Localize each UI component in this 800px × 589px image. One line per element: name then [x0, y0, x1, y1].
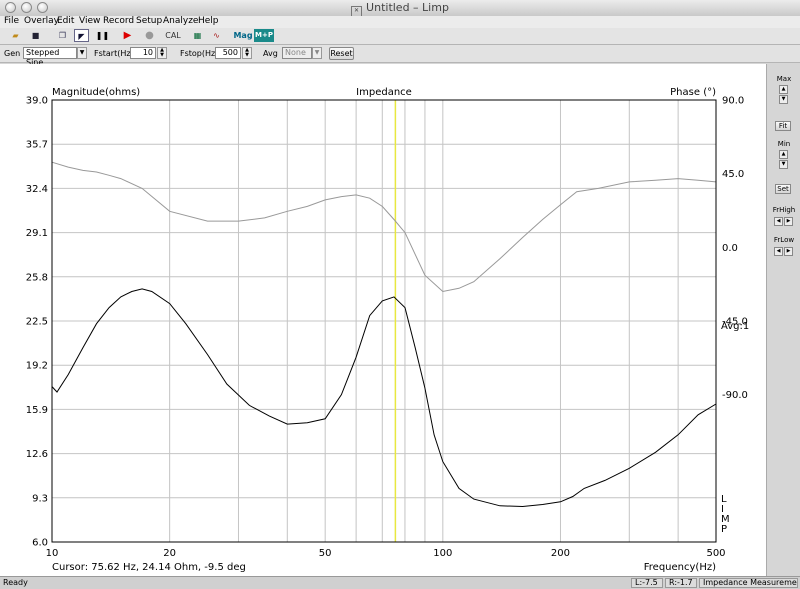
fstop-input[interactable]: 500 [215, 47, 241, 59]
reset-button[interactable]: Reset [329, 47, 354, 60]
max-label: Max [776, 75, 792, 83]
y-tick-label: 15.9 [26, 405, 48, 416]
generator-icon[interactable]: ◤ [74, 29, 89, 42]
x-tick-label: 100 [433, 548, 452, 559]
x-tick-label: 10 [46, 548, 59, 559]
stop-circle-icon[interactable]: ● [142, 29, 157, 42]
menu-setup[interactable]: Setup [136, 16, 162, 26]
avg-label: Avg [263, 49, 278, 58]
set-button[interactable]: Set [775, 184, 791, 194]
x-tick-label: 20 [163, 548, 176, 559]
x-tick-label: 200 [551, 548, 570, 559]
window-title: ✕ Untitled – Limp [0, 1, 800, 17]
y-tick-label: 35.7 [26, 140, 48, 151]
y-tick-label: 25.8 [26, 272, 48, 283]
y2-tick-label: 45.0 [722, 169, 744, 180]
y-tick-label: 12.6 [26, 449, 48, 460]
limp-letter: P [721, 524, 727, 535]
generator-bar: Gen Stepped Sine ▼ Fstart(Hz 10 ▲ ▼ Fstop… [0, 45, 800, 67]
max-up-arrow-icon[interactable]: ▲ [779, 85, 788, 94]
plot-area[interactable]: 39.0 35.7 32.4 29.1 25.8 22.5 19.2 15.9 12.6 9.3 6… [0, 64, 766, 576]
status-bar: Ready L:-7.5 R:-1.7 Impedance Measuremen [0, 576, 800, 589]
menu-analyze[interactable]: Analyze [163, 16, 198, 26]
scale-sidebar: Max ▲ ▼ Fit Min ▲ ▼ Set FrHigh ◀ ▶ FrLow… [766, 64, 800, 576]
signal-select[interactable]: Stepped Sine [23, 47, 77, 67]
fstart-stepper-icon[interactable]: ▲ ▼ [157, 47, 167, 59]
y-tick-label: 6.0 [32, 538, 48, 549]
mag-phase-button[interactable]: M+P [254, 29, 274, 42]
mag-button[interactable]: Mag [233, 29, 253, 42]
y-tick-label: 32.4 [26, 184, 48, 195]
x-axis: 10 20 50 100 200 500 [46, 548, 726, 559]
phase-axis-title: Phase (°) [670, 87, 716, 98]
wave-icon[interactable]: ∿ [209, 29, 224, 42]
menu-file[interactable]: File [4, 16, 19, 26]
menu-overlay[interactable]: Overlay [24, 16, 59, 26]
menu-bar: File Overlay Edit View Record Setup Anal… [0, 16, 800, 28]
avg-readout: Avg:1 [721, 321, 749, 332]
open-folder-icon[interactable]: ▰ [8, 29, 23, 42]
cal-button[interactable]: CAL [163, 29, 183, 42]
gen-label: Gen [4, 49, 21, 58]
y2-tick-label: 0.0 [722, 243, 738, 254]
pause-icon[interactable]: ❚❚ [95, 29, 110, 42]
frhigh-right-arrow-icon[interactable]: ▶ [784, 217, 793, 226]
x-tick-label: 50 [319, 548, 332, 559]
frequency-axis-title: Frequency(Hz) [644, 562, 716, 573]
limp-vertical-label: LIMP [721, 494, 730, 535]
y2-tick-label: 90.0 [722, 96, 744, 107]
max-down-arrow-icon[interactable]: ▼ [779, 95, 788, 104]
signal-dropdown-chevron-icon[interactable]: ▼ [77, 47, 87, 59]
avg-select[interactable]: None [282, 47, 312, 59]
fstop-label: Fstop(Hz [180, 49, 216, 58]
y-axis-right: 90.045.00.0-45.0-90.0 [722, 96, 748, 402]
menu-view[interactable]: View [79, 16, 100, 26]
frhigh-left-arrow-icon[interactable]: ◀ [774, 217, 783, 226]
save-disk-icon[interactable]: ■ [28, 29, 43, 42]
record-play-icon[interactable]: ▶ [120, 29, 135, 42]
fit-button[interactable]: Fit [775, 121, 791, 131]
frlow-left-arrow-icon[interactable]: ◀ [774, 247, 783, 256]
chart-title: Impedance [356, 87, 412, 98]
menu-help[interactable]: Help [198, 16, 219, 26]
frhigh-label: FrHigh [772, 206, 796, 214]
cursor-readout: Cursor: 75.62 Hz, 24.14 Ohm, -9.5 deg [52, 562, 246, 573]
status-ready: Ready [3, 578, 28, 587]
menu-record[interactable]: Record [103, 16, 134, 26]
grid-icon[interactable]: ▦ [190, 29, 205, 42]
impedance-chart[interactable]: 39.0 35.7 32.4 29.1 25.8 22.5 19.2 15.9 12.6 9.3 6… [0, 64, 766, 576]
chart-grid [52, 100, 716, 542]
status-right-level: R:-1.7 [665, 578, 697, 588]
x-tick-label: 500 [706, 548, 725, 559]
min-label: Min [777, 140, 791, 148]
copy-icon[interactable]: ❐ [55, 29, 70, 42]
y2-tick-label: -90.0 [722, 390, 748, 401]
min-up-arrow-icon[interactable]: ▲ [779, 150, 788, 159]
magnitude-axis-title: Magnitude(ohms) [52, 87, 140, 98]
toolbar: ▰ ■ ❐ ◤ ❚❚ ▶ ● CAL ▦ ∿ Mag M+P [0, 28, 800, 45]
window-title-text: Untitled – Limp [366, 1, 449, 14]
fstart-label: Fstart(Hz [94, 49, 131, 58]
y-tick-label: 9.3 [32, 493, 48, 504]
y-tick-label: 22.5 [26, 317, 48, 328]
phase-series-line [51, 161, 717, 293]
fstart-input[interactable]: 10 [130, 47, 156, 59]
menu-edit[interactable]: Edit [57, 16, 74, 26]
y-axis-left: 39.0 35.7 32.4 29.1 25.8 22.5 19.2 15.9 12.6 9.3 6… [26, 96, 48, 549]
frlow-label: FrLow [773, 236, 795, 244]
avg-dropdown-chevron-icon[interactable]: ▼ [312, 47, 322, 59]
y-tick-label: 29.1 [26, 228, 48, 239]
status-left-level: L:-7.5 [631, 578, 663, 588]
frlow-right-arrow-icon[interactable]: ▶ [784, 247, 793, 256]
title-bar: ✕ Untitled – Limp [0, 0, 800, 17]
fstop-stepper-icon[interactable]: ▲ ▼ [242, 47, 252, 59]
y-tick-label: 19.2 [26, 361, 48, 372]
status-mode: Impedance Measuremen [699, 578, 798, 588]
min-down-arrow-icon[interactable]: ▼ [779, 160, 788, 169]
magnitude-series-line [51, 288, 717, 508]
y-tick-label: 39.0 [26, 96, 48, 107]
